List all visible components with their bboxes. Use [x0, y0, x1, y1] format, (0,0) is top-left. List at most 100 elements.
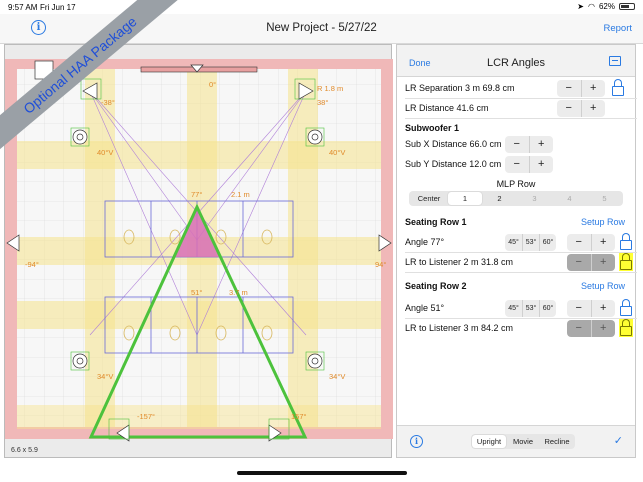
lcr-angles-panel: Done LCR Angles LR Separation 3 m 69.8 c… — [396, 44, 637, 458]
mlp-option-4[interactable]: 4 — [552, 192, 587, 205]
seating-row-2-angle-presets[interactable]: 45° 53° 60° — [505, 300, 556, 317]
mlp-option-2[interactable]: 2 — [482, 192, 517, 205]
panel-title: LCR Angles — [486, 57, 546, 69]
plus-button[interactable]: + — [590, 234, 616, 251]
seating-row-1-angle-presets[interactable]: 45° 53° 60° — [505, 234, 556, 251]
lr-distance-stepper[interactable]: − + — [557, 100, 605, 117]
plus-button[interactable]: + — [528, 156, 554, 173]
checkmark-icon[interactable]: ✓ — [614, 434, 623, 447]
lock-icon[interactable] — [619, 299, 633, 317]
lr-separation-stepper[interactable]: − + — [557, 80, 605, 97]
rear-left-angle: -157° — [137, 412, 155, 421]
room-drawing: R 1.8 m 0° -38° 38° 40°V 40°V 77° 2.1 m … — [5, 59, 393, 442]
angle-preset-53[interactable]: 53° — [522, 300, 539, 317]
right-upper-v: 40°V — [329, 148, 345, 157]
right-side-angle: 94° — [375, 260, 386, 269]
sub-x-label: Sub X Distance 66.0 cm — [405, 139, 502, 149]
plus-button[interactable]: + — [590, 320, 616, 337]
seating-row-2-lr-listener-row: LR to Listener 3 m 84.2 cm − + — [397, 319, 637, 339]
image-icon[interactable] — [609, 56, 621, 66]
front-left-angle: -38° — [101, 98, 115, 107]
battery-percent: 62% — [598, 2, 615, 11]
seating-row-2-setup-link[interactable]: Setup Row — [581, 281, 625, 291]
seating-row-2-angle-label: Angle 51° — [405, 303, 445, 313]
seating-row-1-title: Seating Row 1 — [405, 217, 467, 227]
room-plan[interactable]: R 1.8 m 0° -38° 38° 40°V 40°V 77° 2.1 m … — [4, 44, 393, 458]
report-button[interactable]: Report — [603, 23, 632, 34]
minus-button[interactable]: − — [505, 156, 529, 173]
lr-separation-row: LR Separation 3 m 69.8 cm − + — [397, 79, 637, 99]
wifi-icon: ◠ — [588, 2, 595, 11]
mlp-option-3[interactable]: 3 — [517, 192, 552, 205]
plus-button[interactable]: + — [580, 80, 606, 97]
seating-row-2-angle-row: Angle 51° 45° 53° 60° − + — [397, 299, 637, 319]
angle-preset-45[interactable]: 45° — [505, 234, 522, 251]
mlp-row-selector[interactable]: Center 1 2 3 4 5 — [409, 191, 623, 206]
left-side-angle: -94° — [25, 260, 39, 269]
row2-angle-label: 51° — [191, 288, 202, 297]
mlp-option-1[interactable]: 1 — [448, 192, 482, 205]
screen-angle-label: 0° — [209, 80, 216, 89]
minus-button[interactable]: − — [567, 254, 591, 271]
seating-row-1-lr-listener-stepper[interactable]: − + — [567, 254, 615, 271]
sub-y-row: Sub Y Distance 12.0 cm − + — [397, 155, 637, 175]
seating-row-1-lr-listener-row: LR to Listener 2 m 31.8 cm − + — [397, 253, 637, 273]
minus-button[interactable]: − — [567, 300, 591, 317]
seating-mode-selector[interactable]: Upright Movie Recline — [471, 434, 575, 449]
front-right-angle: 38° — [317, 98, 328, 107]
lock-icon[interactable] — [611, 79, 625, 97]
right-lower-v: 34°V — [329, 372, 345, 381]
plus-button[interactable]: + — [580, 100, 606, 117]
battery-icon — [619, 3, 635, 10]
minus-button[interactable]: − — [567, 234, 591, 251]
room-size-label: 6.6 x 5.9 — [11, 447, 38, 454]
angle-preset-60[interactable]: 60° — [539, 300, 556, 317]
minus-button[interactable]: − — [557, 80, 581, 97]
panel-header: Done LCR Angles — [397, 45, 635, 77]
locked-lock-icon[interactable] — [619, 319, 633, 337]
row1-angle-label: 77° — [191, 190, 202, 199]
seating-row-1-angle-row: Angle 77° 45° 53° 60° − + — [397, 233, 637, 253]
mlp-option-center[interactable]: Center — [410, 192, 448, 205]
angle-preset-53[interactable]: 53° — [522, 234, 539, 251]
lock-icon[interactable] — [619, 233, 633, 251]
status-date: Fri Jun 17 — [40, 3, 76, 12]
mode-recline[interactable]: Recline — [540, 435, 574, 448]
project-title: New Project - 5/27/22 — [266, 22, 377, 34]
status-icons: ➤ ◠ 62% — [577, 2, 635, 11]
panel-footer: i Upright Movie Recline ✓ — [397, 425, 635, 457]
plus-button[interactable]: + — [590, 254, 616, 271]
left-upper-v: 40°V — [97, 148, 113, 157]
lr-distance-row: LR Distance 41.6 cm − + — [397, 99, 637, 119]
sub-x-stepper[interactable]: − + — [505, 136, 553, 153]
seating-row-2-lr-listener-label: LR to Listener 3 m 84.2 cm — [405, 323, 514, 333]
info-icon[interactable]: i — [410, 435, 423, 448]
status-bar: 9:57 AM Fri Jun 17 ➤ ◠ 62% — [0, 0, 643, 14]
minus-button[interactable]: − — [505, 136, 529, 153]
mode-upright[interactable]: Upright — [472, 435, 506, 448]
left-lower-v: 34°V — [97, 372, 113, 381]
seating-row-1-lr-listener-label: LR to Listener 2 m 31.8 cm — [405, 257, 514, 267]
seating-row-1-angle-stepper[interactable]: − + — [567, 234, 615, 251]
plus-button[interactable]: + — [590, 300, 616, 317]
minus-button[interactable]: − — [567, 320, 591, 337]
sub-y-label: Sub Y Distance 12.0 cm — [405, 159, 502, 169]
row1-distance-label: 2.1 m — [231, 190, 250, 199]
home-indicator[interactable] — [237, 471, 407, 475]
angle-preset-45[interactable]: 45° — [505, 300, 522, 317]
locked-lock-icon[interactable] — [619, 253, 633, 271]
sub-x-row: Sub X Distance 66.0 cm − + — [397, 135, 637, 155]
minus-button[interactable]: − — [557, 100, 581, 117]
seating-row-2-lr-listener-stepper[interactable]: − + — [567, 320, 615, 337]
lr-sep-label: R 1.8 m — [317, 84, 343, 93]
subwoofer-section-title: Subwoofer 1 — [405, 123, 460, 133]
seating-row-2-title: Seating Row 2 — [405, 281, 467, 291]
mlp-row-title: MLP Row — [496, 179, 536, 189]
sub-y-stepper[interactable]: − + — [505, 156, 553, 173]
mode-movie[interactable]: Movie — [506, 435, 540, 448]
seating-row-2-angle-stepper[interactable]: − + — [567, 300, 615, 317]
angle-preset-60[interactable]: 60° — [539, 234, 556, 251]
seating-row-1-setup-link[interactable]: Setup Row — [581, 217, 625, 227]
plus-button[interactable]: + — [528, 136, 554, 153]
mlp-option-5[interactable]: 5 — [587, 192, 622, 205]
